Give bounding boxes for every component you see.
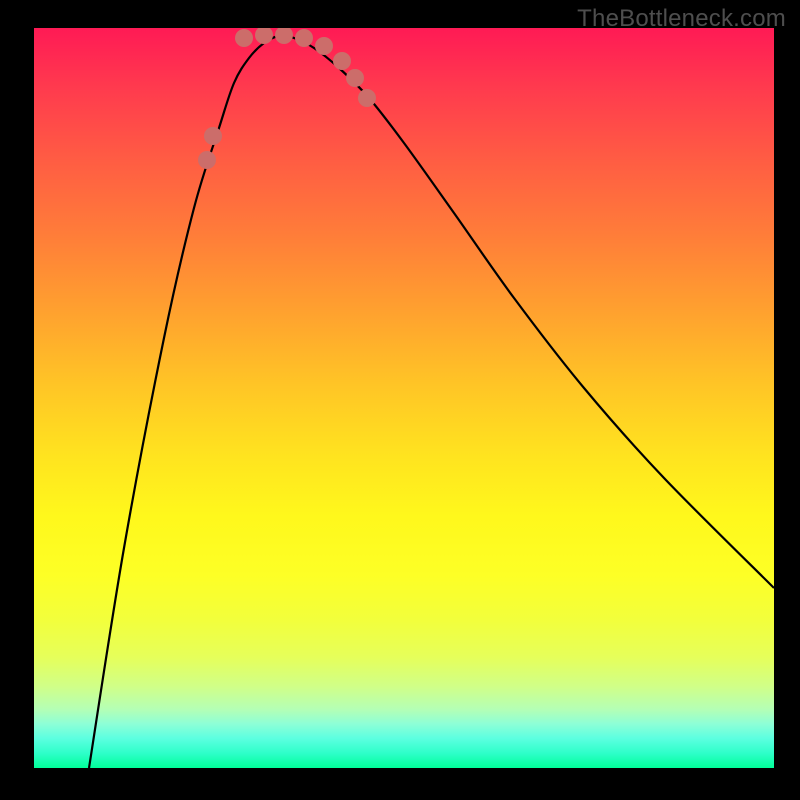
plot-area: [34, 28, 774, 768]
bottleneck-curve: [89, 36, 774, 768]
watermark-text: TheBottleneck.com: [577, 5, 786, 33]
highlight-dot: [315, 37, 333, 55]
chart-svg: [34, 28, 774, 768]
highlight-dot: [333, 52, 351, 70]
highlight-dot: [295, 29, 313, 47]
chart-frame: TheBottleneck.com: [0, 0, 800, 800]
highlight-dot: [235, 29, 253, 47]
highlight-dot: [346, 69, 364, 87]
highlight-dot: [275, 28, 293, 44]
highlight-dots: [198, 28, 376, 169]
highlight-dot: [255, 28, 273, 44]
highlight-dot: [358, 89, 376, 107]
highlight-dot: [204, 127, 222, 145]
highlight-dot: [198, 151, 216, 169]
